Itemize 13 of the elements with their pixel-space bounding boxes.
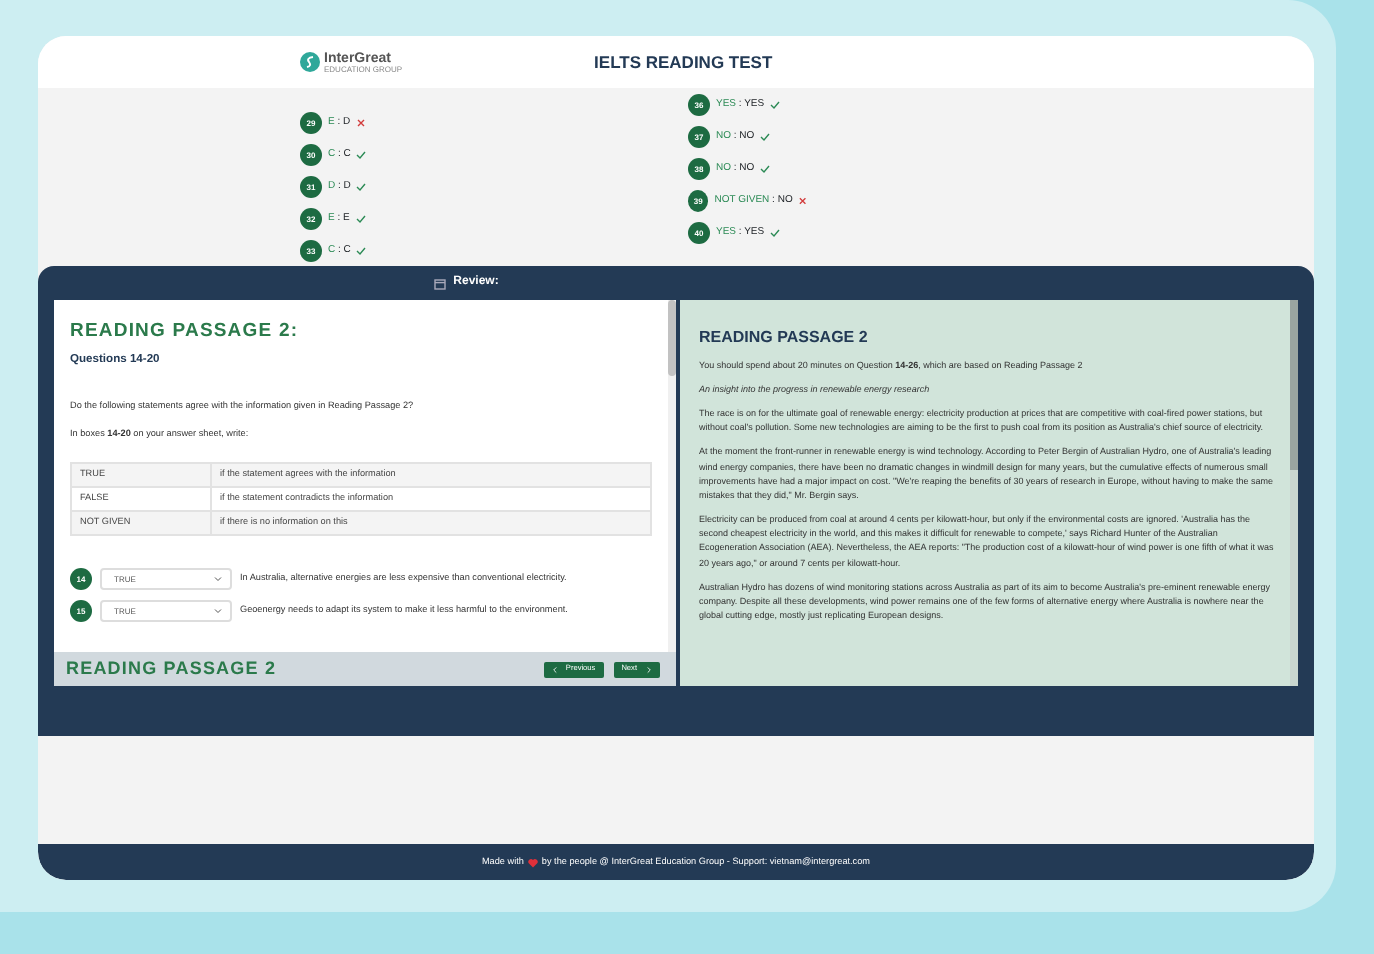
caret-icon	[214, 576, 222, 583]
page-title: IELTS READING TEST	[594, 49, 773, 75]
heart-icon	[527, 857, 538, 867]
calendar-icon	[433, 277, 446, 289]
chevron-left-icon	[551, 665, 558, 673]
caret-icon	[214, 608, 222, 615]
scrollbar[interactable]	[1290, 300, 1298, 686]
passage-heading: READING PASSAGE 2	[699, 328, 870, 348]
passage-heading: READING PASSAGE 2:	[70, 320, 301, 343]
chevron-right-icon	[645, 665, 651, 673]
logo-icon	[300, 52, 320, 72]
passage-title: READING PASSAGE 2	[66, 655, 279, 682]
scrollbar[interactable]	[667, 300, 675, 652]
